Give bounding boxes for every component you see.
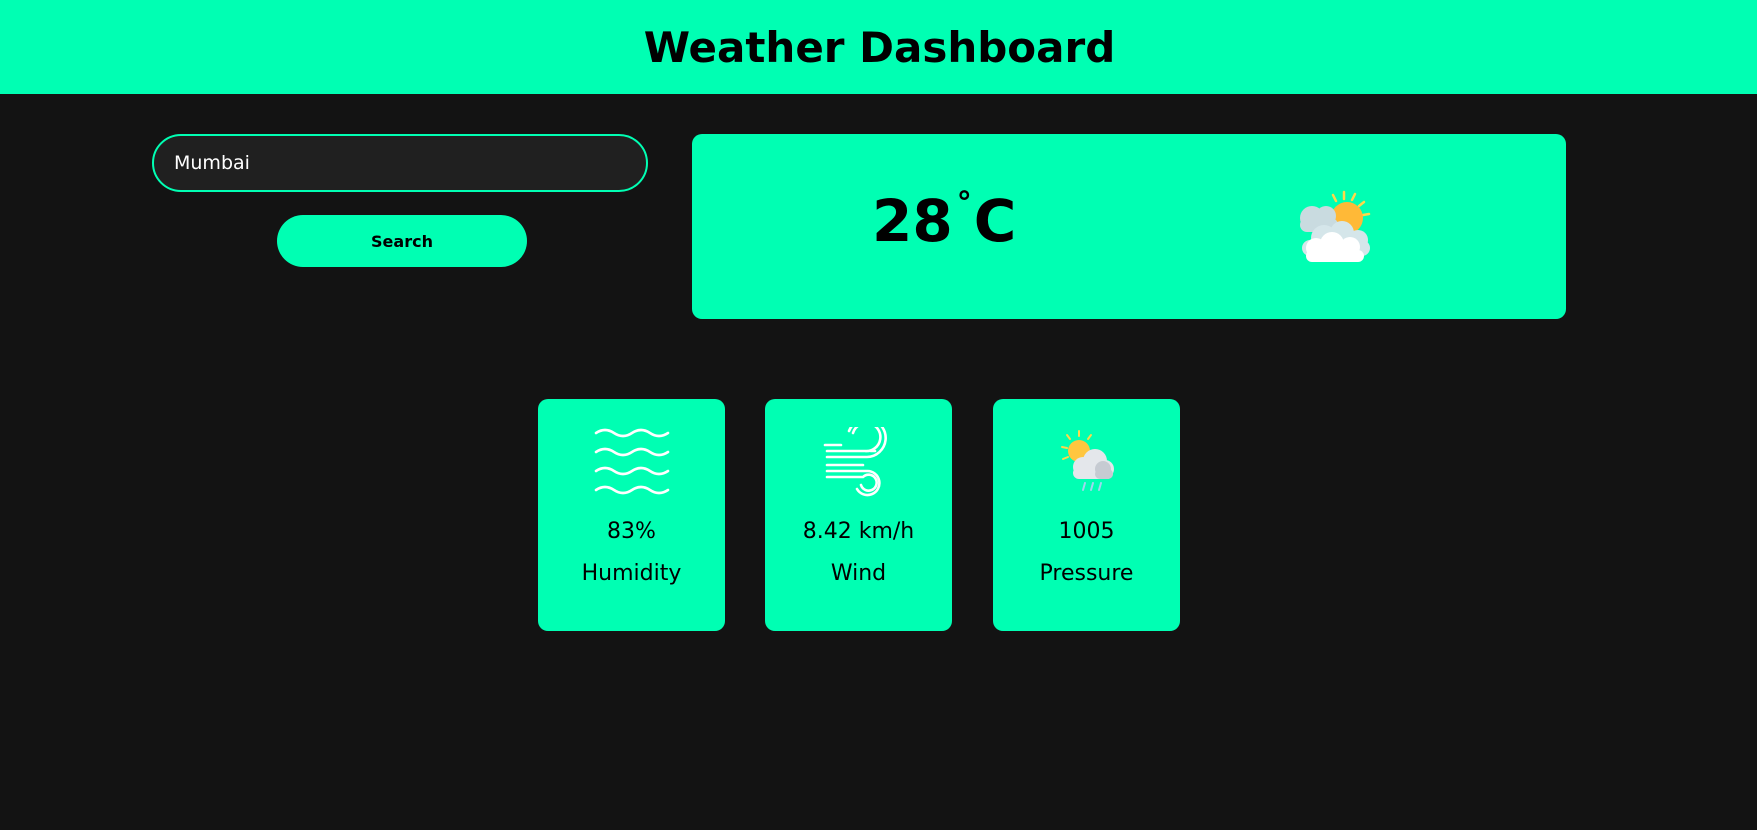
wind-value: 8.42 km/h: [802, 519, 915, 544]
humidity-waves-icon: [594, 428, 669, 495]
temperature-readout: 28 °C: [872, 189, 1016, 251]
current-weather-card: 28 °C: [692, 134, 1566, 319]
degree-symbol: °: [956, 186, 972, 221]
humidity-value: 83%: [607, 519, 656, 544]
wind-icon: [823, 427, 887, 497]
cloud-sun-rain-icon: [1060, 430, 1114, 491]
header-bar: Weather Dashboard: [0, 0, 1757, 94]
pressure-value: 1005: [1058, 519, 1115, 544]
pressure-label: Pressure: [1039, 561, 1134, 586]
humidity-label: Humidity: [581, 561, 682, 586]
wind-label: Wind: [830, 561, 887, 586]
temperature-value: 28: [872, 187, 953, 255]
city-search-input[interactable]: [152, 134, 648, 192]
search-button[interactable]: Search: [277, 215, 527, 267]
partly-cloudy-icon: [1300, 190, 1371, 262]
humidity-card: 83% Humidity: [538, 399, 725, 631]
temperature-unit: C: [973, 187, 1017, 255]
page-title: Weather Dashboard: [643, 22, 1116, 72]
wind-card: 8.42 km/h Wind: [765, 399, 952, 631]
pressure-card: 1005 Pressure: [993, 399, 1180, 631]
